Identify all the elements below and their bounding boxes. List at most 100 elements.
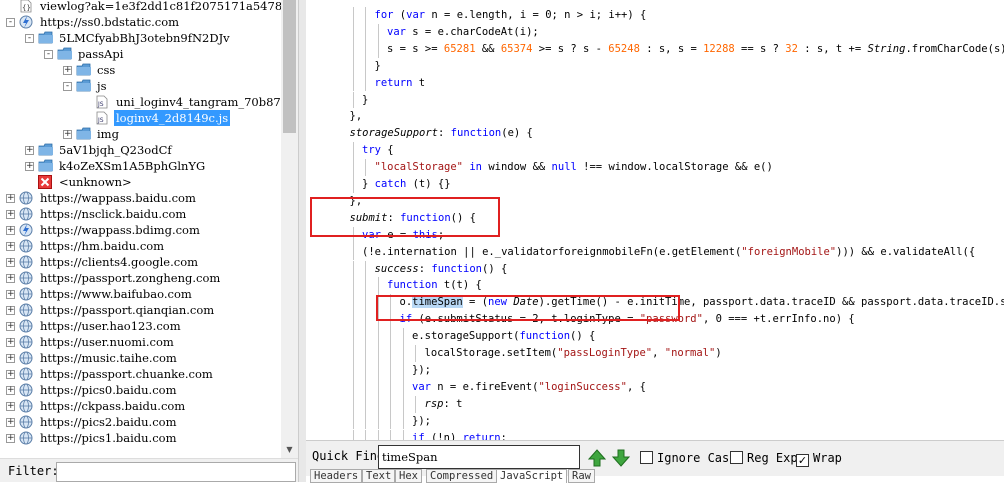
tree-node[interactable]: + https://ckpass.baidu.com <box>0 398 281 414</box>
tree-node[interactable]: +css <box>0 62 281 78</box>
wrap-checkbox[interactable]: ✓Wrap <box>796 450 842 466</box>
expand-icon[interactable]: + <box>63 130 72 139</box>
tree-node[interactable]: +https://passport.qianqian.com <box>0 302 281 318</box>
tree-node[interactable]: -js <box>0 78 281 94</box>
collapse-icon[interactable]: - <box>6 18 15 27</box>
tab-javascript[interactable]: JavaScript <box>496 469 567 483</box>
code-line: if (!n) return; <box>412 430 507 441</box>
find-previous-arrow-icon[interactable] <box>588 449 606 467</box>
tab-headers[interactable]: Headers <box>310 469 362 483</box>
code-line: return t <box>375 75 426 91</box>
indent-guide <box>353 41 354 58</box>
code-viewer[interactable]: for (var n = e.length, i = 0; n > i; i++… <box>306 0 1004 440</box>
tab-text[interactable]: Text <box>362 469 395 483</box>
tab-compressed[interactable]: Compressed <box>426 469 497 483</box>
indent-guide <box>365 277 366 294</box>
expand-icon[interactable]: + <box>6 386 15 395</box>
tree-node[interactable]: +https://passport.chuanke.com <box>0 366 281 382</box>
expand-icon[interactable]: + <box>6 274 15 283</box>
expand-icon[interactable]: + <box>6 434 15 443</box>
expand-icon[interactable]: + <box>6 354 15 363</box>
ignore-case-box[interactable] <box>640 451 653 464</box>
expand-icon[interactable]: + <box>25 146 34 155</box>
indent-guide <box>353 142 354 159</box>
quick-find-input[interactable]: timeSpan <box>378 445 580 469</box>
inspector-tabs: HeadersTextHexCompressedJavaScriptRaw <box>306 476 1004 482</box>
expand-icon[interactable]: + <box>6 210 15 219</box>
indent-guide <box>378 379 379 396</box>
tree-node[interactable]: +https://www.baifubao.com <box>0 286 281 302</box>
indent-guide <box>378 413 379 430</box>
tree-node-selected[interactable]: JSloginv4_2d8149c.js <box>0 110 281 126</box>
ignore-case-checkbox[interactable]: Ignore Case <box>640 450 736 466</box>
ignore-case-label: Ignore Case <box>657 451 736 465</box>
panel-splitter[interactable] <box>298 0 306 482</box>
tree-node[interactable]: {}viewlog?ak=1e3f2dd1c81f2075171a547893 <box>0 0 281 14</box>
expand-icon[interactable]: + <box>6 258 15 267</box>
expand-icon[interactable]: + <box>6 322 15 331</box>
tree-node-label: img <box>95 126 121 142</box>
expand-icon[interactable]: + <box>63 66 72 75</box>
tree-node[interactable]: +https://pics0.baidu.com <box>0 382 281 398</box>
indent-guide <box>365 396 366 413</box>
indent-guide <box>353 159 354 176</box>
expand-icon[interactable]: + <box>6 194 15 203</box>
expand-icon[interactable]: + <box>6 402 15 411</box>
tree-node[interactable]: <unknown> <box>0 174 281 190</box>
tree-node[interactable]: +https://clients4.google.com <box>0 254 281 270</box>
tree-scrollbar-thumb[interactable] <box>283 0 296 133</box>
expand-icon[interactable]: + <box>6 338 15 347</box>
indent-guide <box>378 277 379 294</box>
indent-guide <box>353 7 354 24</box>
expand-icon[interactable]: + <box>6 290 15 299</box>
tree-node[interactable]: - https://ss0.bdstatic.com <box>0 14 281 30</box>
tree-node[interactable]: +https://passport.zongheng.com <box>0 270 281 286</box>
expand-icon[interactable]: + <box>25 162 34 171</box>
expand-icon[interactable]: + <box>6 242 15 251</box>
tree-node[interactable]: +https://nsclick.baidu.com <box>0 206 281 222</box>
tree-node[interactable]: +https://user.nuomi.com <box>0 334 281 350</box>
tree-node-label: https://ckpass.baidu.com <box>38 398 187 414</box>
svg-text:{}: {} <box>22 4 31 12</box>
tree-node[interactable]: -passApi <box>0 46 281 62</box>
tree-node[interactable]: +k4oZeXSm1A5BphGlnYG <box>0 158 281 174</box>
collapse-icon[interactable]: - <box>44 50 53 59</box>
indent-guide <box>353 328 354 345</box>
reg-exp-box[interactable] <box>730 451 743 464</box>
indent-guide <box>353 92 354 109</box>
indent-guide <box>390 362 391 379</box>
tree-node[interactable]: +https://wappass.baidu.com <box>0 190 281 206</box>
tree-node[interactable]: +5aV1bjqh_Q23odCf <box>0 142 281 158</box>
tree-node[interactable]: -5LMCfyabBhJ3otebn9fN2DJv <box>0 30 281 46</box>
session-tree[interactable]: {}viewlog?ak=1e3f2dd1c81f2075171a547893-… <box>0 0 281 458</box>
indent-guide <box>403 345 404 362</box>
code-line: rsp: t <box>425 396 463 412</box>
scroll-down-arrow-icon[interactable]: ▼ <box>281 441 298 458</box>
collapse-icon[interactable]: - <box>25 34 34 43</box>
tree-node[interactable]: +https://user.hao123.com <box>0 318 281 334</box>
tree-node[interactable]: +https://wappass.bdimg.com <box>0 222 281 238</box>
expand-icon[interactable]: + <box>6 306 15 315</box>
tree-node-label: https://ss0.bdstatic.com <box>38 14 181 30</box>
indent-guide <box>415 396 416 413</box>
expand-icon[interactable]: + <box>6 226 15 235</box>
filter-input[interactable] <box>56 462 296 482</box>
code-line: try { <box>362 142 394 158</box>
indent-guide <box>365 24 366 41</box>
tree-node[interactable]: +https://pics1.baidu.com <box>0 430 281 446</box>
reg-exp-checkbox[interactable]: Reg Exp <box>730 450 798 466</box>
wrap-check-icon[interactable]: ✓ <box>796 454 809 467</box>
indent-guide <box>365 58 366 75</box>
find-next-arrow-icon[interactable] <box>612 449 630 467</box>
tree-node[interactable]: + img <box>0 126 281 142</box>
tree-node[interactable]: +https://pics2.baidu.com <box>0 414 281 430</box>
tab-raw[interactable]: Raw <box>568 469 595 483</box>
tree-node[interactable]: JSuni_loginv4_tangram_70b879c <box>0 94 281 110</box>
indent-guide <box>365 430 366 441</box>
expand-icon[interactable]: + <box>6 418 15 427</box>
tab-hex[interactable]: Hex <box>395 469 422 483</box>
expand-icon[interactable]: + <box>6 370 15 379</box>
tree-node[interactable]: +https://hm.baidu.com <box>0 238 281 254</box>
tree-node[interactable]: +https://music.taihe.com <box>0 350 281 366</box>
collapse-icon[interactable]: - <box>63 82 72 91</box>
